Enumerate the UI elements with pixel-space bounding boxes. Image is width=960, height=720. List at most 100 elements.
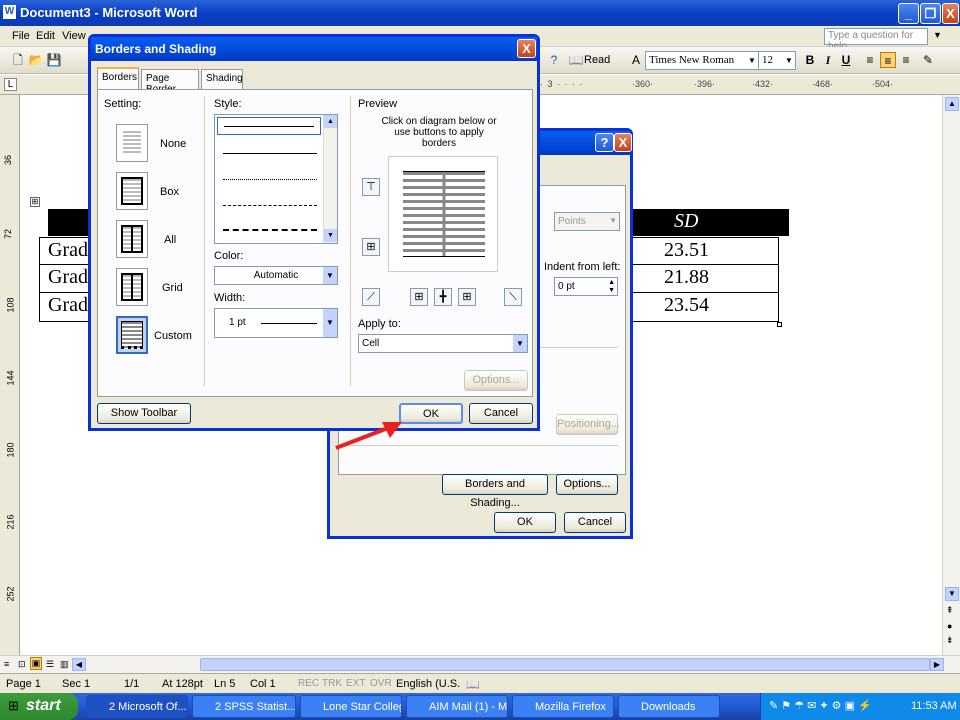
- border-left-icon[interactable]: ⊞: [410, 288, 428, 306]
- cancel-button[interactable]: Cancel: [469, 403, 533, 424]
- word-app-icon[interactable]: W: [3, 5, 16, 19]
- style-dashed-option[interactable]: [223, 205, 317, 206]
- task-lone-star[interactable]: Lone Star Colleg...: [300, 695, 402, 718]
- scroll-down-icon[interactable]: ▼: [945, 587, 959, 601]
- normal-view-icon[interactable]: ≡: [4, 659, 9, 669]
- table-header-cell-left[interactable]: [48, 209, 92, 236]
- status-ovr[interactable]: OVR: [370, 678, 392, 689]
- tab-page-border[interactable]: Page Border: [141, 69, 199, 95]
- outline-view-icon[interactable]: ☰: [46, 659, 54, 670]
- menu-view[interactable]: View: [62, 30, 86, 42]
- prev-page-icon[interactable]: ⇞: [946, 605, 954, 616]
- scroll-up-icon[interactable]: ▲: [945, 97, 959, 111]
- table-row-label[interactable]: Grad: [39, 292, 92, 322]
- highlight-icon[interactable]: ✎: [920, 52, 936, 68]
- task-aim-mail[interactable]: AIM Mail (1) - Mo...: [406, 695, 508, 718]
- tray-icons[interactable]: ✎ ⚑ ☂ ✉ ✦ ⚙ ▣ ⚡: [769, 699, 872, 712]
- menu-file[interactable]: File: [12, 30, 30, 42]
- options-button[interactable]: Options...: [556, 474, 618, 495]
- table-row-label[interactable]: Grad: [39, 237, 92, 265]
- underline-button[interactable]: U: [838, 52, 854, 68]
- setting-grid-icon[interactable]: [116, 268, 148, 306]
- ask-dropdown-icon[interactable]: ▼: [933, 30, 942, 40]
- status-rec[interactable]: REC: [298, 678, 319, 689]
- align-right-icon[interactable]: ≡: [898, 52, 914, 68]
- reading-view-icon[interactable]: ▥: [60, 659, 69, 670]
- setting-custom-label[interactable]: Custom: [154, 330, 192, 342]
- save-icon[interactable]: 💾: [46, 52, 62, 68]
- border-diagonal-down-icon[interactable]: ⟋: [362, 288, 380, 306]
- setting-box-icon[interactable]: [116, 172, 148, 210]
- style-dashdot-option[interactable]: [223, 229, 317, 231]
- ok-button[interactable]: OK: [494, 512, 556, 533]
- table-resize-handle[interactable]: [777, 322, 782, 327]
- tab-shading[interactable]: Shading: [201, 69, 243, 89]
- select-browse-object-icon[interactable]: ●: [947, 621, 952, 631]
- scroll-left-icon[interactable]: ◀: [72, 658, 86, 671]
- close-button[interactable]: X: [517, 39, 536, 58]
- font-size-select[interactable]: 12 ▼: [758, 51, 796, 70]
- positioning-button[interactable]: Positioning...: [556, 414, 620, 435]
- task-downloads[interactable]: Downloads: [618, 695, 720, 718]
- table-move-handle-icon[interactable]: ⊞: [30, 197, 40, 207]
- vertical-scrollbar[interactable]: ▲ ▼ ⇞ ● ⇟: [942, 95, 960, 655]
- align-left-icon[interactable]: ≡: [862, 52, 878, 68]
- web-view-icon[interactable]: ⊡: [18, 659, 26, 670]
- read-icon[interactable]: 📖: [568, 52, 584, 68]
- print-layout-icon[interactable]: ▣: [30, 657, 42, 670]
- preview-diagram[interactable]: [388, 156, 498, 272]
- options-button[interactable]: Options...: [464, 370, 528, 391]
- task-firefox[interactable]: Mozilla Firefox: [512, 695, 614, 718]
- bold-button[interactable]: B: [802, 52, 818, 68]
- ask-question-input[interactable]: Type a question for help: [824, 28, 928, 52]
- border-inside-h-icon[interactable]: ⊞: [362, 238, 380, 256]
- minimize-button[interactable]: _: [898, 3, 919, 24]
- border-diagonal-up-icon[interactable]: ⟍: [504, 288, 522, 306]
- vertical-ruler[interactable]: 36 72 108 144 180 216 252: [0, 95, 20, 655]
- color-select[interactable]: Automatic ▼: [214, 266, 338, 285]
- table-row-label[interactable]: Grad: [39, 264, 92, 293]
- setting-box-label[interactable]: Box: [160, 186, 179, 198]
- restore-button[interactable]: ❐: [920, 3, 941, 24]
- setting-custom-icon[interactable]: [116, 316, 148, 354]
- table-cell-value[interactable]: 23.51: [632, 237, 779, 265]
- table-cell-value[interactable]: 21.88: [632, 264, 779, 293]
- font-name-select[interactable]: Times New Roman ▼: [645, 51, 759, 70]
- border-top-icon[interactable]: ⊤: [362, 178, 380, 196]
- borders-and-shading-button[interactable]: Borders and Shading...: [442, 474, 548, 509]
- styles-icon[interactable]: A: [628, 52, 644, 68]
- setting-all-icon[interactable]: [116, 220, 148, 258]
- cancel-button[interactable]: Cancel: [564, 512, 626, 533]
- indent-input[interactable]: 0 pt ▲ ▼: [554, 277, 618, 296]
- open-folder-icon[interactable]: 📂: [28, 52, 44, 68]
- close-button[interactable]: X: [614, 133, 632, 152]
- spelling-status-icon[interactable]: 📖: [466, 678, 480, 691]
- help-button[interactable]: ?: [595, 133, 614, 152]
- measure-select[interactable]: Points ▼: [554, 212, 620, 231]
- scroll-thumb[interactable]: [200, 658, 930, 671]
- style-scrollbar[interactable]: ▲ ▼: [323, 115, 337, 243]
- clock[interactable]: 11:53 AM: [911, 700, 957, 712]
- scroll-right-icon[interactable]: ▶: [930, 658, 944, 671]
- close-button[interactable]: X: [942, 3, 959, 24]
- help-icon[interactable]: ?: [546, 52, 562, 68]
- horizontal-scrollbar[interactable]: ≡ ⊡ ▣ ☰ ▥ ◀ ▶: [0, 655, 960, 673]
- border-inside-v-icon[interactable]: ╋: [434, 288, 452, 306]
- show-toolbar-button[interactable]: Show Toolbar: [97, 403, 191, 424]
- spinner-icon[interactable]: ▲ ▼: [608, 279, 615, 295]
- table-header-sd[interactable]: SD: [632, 209, 789, 236]
- task-microsoft-office[interactable]: 2 Microsoft Of...: [86, 695, 188, 718]
- scroll-down-icon[interactable]: ▼: [324, 229, 337, 242]
- table-cell-value[interactable]: 23.54: [632, 292, 779, 322]
- setting-none-label[interactable]: None: [160, 138, 186, 150]
- setting-none-icon[interactable]: [116, 124, 148, 162]
- scroll-up-icon[interactable]: ▲: [324, 115, 337, 128]
- apply-to-select[interactable]: Cell ▼: [358, 334, 528, 353]
- align-center-icon[interactable]: ≡: [880, 52, 896, 68]
- style-listbox[interactable]: ▲ ▼: [214, 114, 338, 244]
- style-line-option[interactable]: [223, 153, 317, 154]
- italic-button[interactable]: I: [820, 52, 836, 68]
- border-right-icon[interactable]: ⊞: [458, 288, 476, 306]
- new-document-icon[interactable]: 🗋: [10, 52, 26, 68]
- next-page-icon[interactable]: ⇟: [946, 635, 954, 646]
